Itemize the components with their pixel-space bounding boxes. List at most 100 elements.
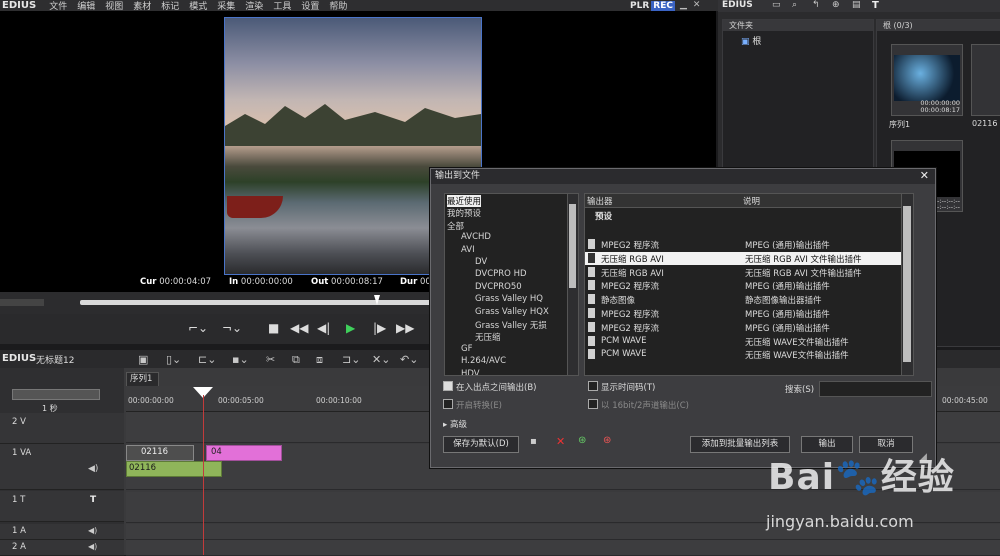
search-input[interactable] (819, 381, 932, 397)
save-icon[interactable]: ▪⌄ (232, 353, 249, 366)
speaker-icon[interactable]: ◀) (88, 542, 97, 551)
tree-item[interactable]: Grass Valley 无损 (475, 319, 547, 331)
tree-item[interactable]: 全部 (447, 220, 464, 232)
close-icon[interactable]: ✕ (693, 0, 701, 10)
minimize-icon[interactable]: ▁ (680, 0, 687, 10)
timeline-clip-video[interactable]: 02116 (126, 445, 194, 461)
new-project-icon[interactable]: ▯⌄ (166, 353, 181, 366)
title-icon[interactable]: T (872, 0, 879, 11)
exporter-row[interactable]: MPEG2 程序流 MPEG (通用)输出插件 (585, 321, 902, 334)
track-2v[interactable]: 2 V (0, 413, 124, 444)
rec-label[interactable]: REC (651, 0, 675, 11)
exporter-description: MPEG (通用)输出插件 (745, 282, 830, 293)
tree-item[interactable]: HDV (461, 369, 480, 375)
exporter-row[interactable]: 静态图像 静态图像输出器插件 (585, 293, 902, 306)
close-icon[interactable]: ✕ (920, 169, 929, 182)
timeline-clip-audio[interactable]: 02116 (126, 461, 222, 477)
plr-label[interactable]: PLR (630, 1, 649, 11)
tree-item[interactable]: GF (461, 344, 472, 354)
cut-icon[interactable]: ✂ (266, 353, 275, 366)
checkbox-box[interactable] (588, 381, 598, 391)
audio-16bit-checkbox[interactable]: 以 16bit/2声道输出(C) (588, 399, 689, 411)
track-1va[interactable]: 1 VA ◀) (0, 444, 124, 490)
speaker-icon[interactable]: ◀) (88, 526, 97, 535)
tree-item[interactable]: AVCHD (461, 232, 491, 242)
delete-icon[interactable]: ✕⌄ (372, 353, 390, 366)
step-back-icon[interactable]: ◀| (317, 321, 330, 335)
folder-icon[interactable]: ▭ (772, 0, 781, 10)
tree-item[interactable]: 无压缩 (475, 331, 501, 343)
list-scrollbar[interactable] (901, 193, 914, 376)
track-2a[interactable]: 2 A ◀) (0, 540, 124, 556)
exporter-row[interactable]: PCM WAVE 无压缩 WAVE文件输出插件 (585, 335, 902, 348)
tree-item[interactable]: 最近使用 (447, 195, 482, 207)
exporter-row[interactable]: MPEG2 程序流 MPEG (通用)输出插件 (585, 238, 902, 251)
col-description[interactable]: 说明 (743, 195, 760, 207)
exporter-name: 无压缩 RGB AVI (601, 254, 664, 265)
col-exporter[interactable]: 输出器 (587, 195, 613, 207)
zoom-slider[interactable] (12, 389, 100, 400)
rewind-icon[interactable]: ◀◀ (290, 321, 308, 335)
root-folder[interactable]: ▣ 根 (741, 34, 761, 47)
clip-thumbnail-02116[interactable] (971, 44, 1000, 116)
checkbox-box[interactable] (443, 381, 453, 391)
save-default-button[interactable]: 保存为默认(D) (443, 436, 519, 453)
tree-item[interactable]: DVCPRO50 (475, 282, 522, 292)
fast-forward-icon[interactable]: ▶▶ (396, 321, 414, 335)
exporter-row[interactable]: 无压缩 RGB AVI 无压缩 RGB AVI 文件输出插件 (585, 266, 902, 279)
show-timecode-checkbox[interactable]: 显示时间码(T) (588, 381, 655, 393)
new-sequence-icon[interactable]: ▤ (852, 0, 861, 10)
exporter-row[interactable]: PCM WAVE 无压缩 WAVE文件输出插件 (585, 348, 902, 361)
up-folder-icon[interactable]: ↰ (812, 0, 820, 10)
camera-icon[interactable]: ▣ (138, 353, 148, 366)
shuttle-slider[interactable] (0, 299, 44, 306)
tree-item[interactable]: Grass Valley HQ (475, 294, 543, 304)
tree-item[interactable]: H.264/AVC (461, 356, 506, 366)
stop-icon[interactable]: ■ (268, 321, 279, 335)
exporter-description: MPEG (通用)输出插件 (745, 241, 830, 251)
add-clip-icon[interactable]: ⊕ (832, 0, 840, 10)
exporter-row[interactable]: MPEG2 程序流 MPEG (通用)输出插件 (585, 307, 902, 320)
plr-rec-toggle[interactable]: PLR REC (630, 0, 675, 11)
sequence-tab[interactable]: 序列1 (126, 372, 159, 387)
set-in-icon[interactable]: ⌐⌄ (188, 321, 208, 335)
tree-item[interactable]: AVI (461, 245, 475, 255)
paste-icon[interactable]: ⧈ (316, 353, 323, 367)
clip-name: 02116 (972, 119, 998, 128)
step-forward-icon[interactable]: |▶ (373, 321, 386, 335)
speaker-icon[interactable]: ◀) (88, 464, 98, 474)
undo-icon[interactable]: ↶⌄ (400, 353, 418, 366)
track-1a[interactable]: 1 A ◀) (0, 524, 124, 540)
export-in-out-checkbox[interactable]: 在入出点之间输出(B) (443, 381, 536, 393)
exporter-icon (588, 335, 595, 346)
set-out-icon[interactable]: ¬⌄ (222, 321, 242, 335)
ripple-icon[interactable]: ⊐⌄ (342, 353, 360, 366)
checkbox-box[interactable] (588, 399, 598, 409)
clip-thumbnail-sequence[interactable]: 00:00:00:00 00:00:08:17 (891, 44, 963, 116)
list-scroll-thumb[interactable] (903, 206, 911, 362)
import-preset-icon[interactable]: ⊛ (578, 435, 586, 446)
save-preset-icon[interactable]: ▪ (530, 436, 537, 447)
export-preset-icon[interactable]: ⊛ (603, 435, 611, 446)
exporter-description: 无压缩 WAVE文件输出插件 (745, 337, 849, 348)
exporter-row[interactable]: 无压缩 RGB AVI 无压缩 RGB AVI 文件输出插件 (585, 251, 902, 265)
tree-item[interactable]: 我的预设 (447, 207, 481, 219)
search-icon[interactable]: ⌕ (792, 0, 797, 10)
tree-scrollbar[interactable] (567, 193, 579, 376)
exporter-row[interactable]: MPEG2 程序流 MPEG (通用)输出插件 (585, 279, 902, 292)
copy-icon[interactable]: ⧉ (292, 353, 300, 367)
tree-item[interactable]: DVCPRO HD (475, 269, 527, 279)
clip-label: 02116 (129, 463, 157, 473)
track-1t[interactable]: 1 T T (0, 491, 124, 522)
timeline-clip-color[interactable]: 04 (206, 445, 282, 461)
advanced-toggle[interactable]: ▸ 高级 (443, 418, 467, 430)
enable-convert-checkbox[interactable]: 开启转换(E) (443, 399, 502, 411)
delete-preset-icon[interactable]: ✕ (556, 435, 565, 448)
tree-item[interactable]: Grass Valley HQX (475, 307, 549, 317)
tree-item[interactable]: DV (475, 257, 487, 267)
tree-scroll-thumb[interactable] (569, 204, 576, 288)
checkbox-box[interactable] (443, 399, 453, 409)
open-project-icon[interactable]: ⊏⌄ (198, 353, 216, 366)
play-icon[interactable]: ▶ (346, 321, 355, 335)
in-label: In (229, 277, 239, 287)
